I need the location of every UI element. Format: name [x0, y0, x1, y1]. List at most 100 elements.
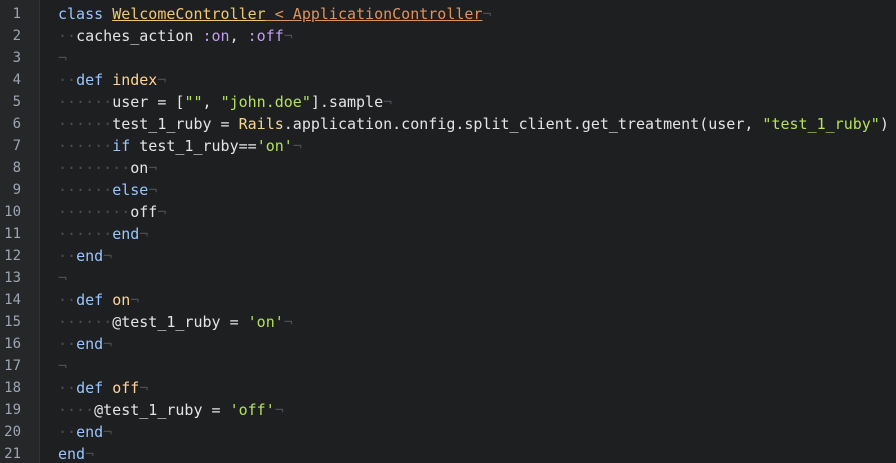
- end-of-line-marker: ¬: [58, 357, 68, 375]
- code-token: ,: [229, 27, 248, 45]
- code-token: test_1_ruby==: [139, 137, 257, 155]
- line-number: 7: [12, 138, 21, 154]
- class-name-token: WelcomeController: [112, 5, 266, 23]
- line-number: 21: [4, 446, 21, 462]
- instance-variable-token: @test_1_ruby =: [94, 401, 230, 419]
- code-line[interactable]: ······user = ["", "john.doe"].sample¬: [58, 91, 896, 113]
- symbol-token: :off: [247, 27, 284, 45]
- line-number: 5: [12, 94, 21, 110]
- line-number: 14: [4, 292, 21, 308]
- code-token: caches_action: [76, 27, 203, 45]
- code-line[interactable]: ¬: [58, 267, 896, 289]
- code-line[interactable]: class WelcomeController < ApplicationCon…: [58, 3, 896, 25]
- code-token: test_1_ruby =: [112, 115, 239, 133]
- keyword-token: end: [76, 247, 104, 265]
- end-of-line-marker: ¬: [85, 445, 95, 463]
- string-token: 'off': [229, 401, 275, 419]
- superclass-token: < ApplicationController: [265, 5, 483, 23]
- line-number: 17: [4, 358, 21, 374]
- keyword-token: else: [112, 181, 149, 199]
- end-of-line-marker: ¬: [148, 181, 158, 199]
- end-of-line-marker: ¬: [139, 225, 149, 243]
- method-name-token: off: [112, 379, 140, 397]
- whitespace-marker: ··: [58, 247, 77, 265]
- keyword-token: end: [112, 225, 140, 243]
- code-line[interactable]: ··def index¬: [58, 69, 896, 91]
- keyword-token: def: [76, 291, 113, 309]
- whitespace-marker: ··: [58, 335, 77, 353]
- code-line[interactable]: ¬: [58, 47, 896, 69]
- code-line[interactable]: ··def on¬: [58, 289, 896, 311]
- keyword-token: end: [76, 423, 104, 441]
- code-line[interactable]: ······else¬: [58, 179, 896, 201]
- keyword-token: if: [112, 137, 140, 155]
- code-line[interactable]: ········off¬: [58, 201, 896, 223]
- code-token: ].sample: [310, 93, 384, 111]
- whitespace-marker: ········: [58, 203, 131, 221]
- end-of-line-marker: ¬: [103, 247, 113, 265]
- end-of-line-marker: ¬: [383, 93, 393, 111]
- whitespace-marker: ····: [58, 401, 95, 419]
- code-line[interactable]: ··end¬: [58, 333, 896, 355]
- code-token: on: [130, 159, 149, 177]
- end-of-line-marker: ¬: [157, 71, 167, 89]
- end-of-line-marker: ¬: [139, 379, 149, 397]
- end-of-line-marker: ¬: [274, 401, 284, 419]
- string-token: "test_1_ruby": [762, 115, 880, 133]
- whitespace-marker: ······: [58, 93, 113, 111]
- code-line[interactable]: ······test_1_ruby = Rails.application.co…: [58, 113, 896, 135]
- whitespace-marker: ······: [58, 225, 113, 243]
- code-line[interactable]: ··def off¬: [58, 377, 896, 399]
- code-line[interactable]: ··end¬: [58, 421, 896, 443]
- end-of-line-marker: ¬: [130, 291, 140, 309]
- code-line[interactable]: ····@test_1_ruby = 'off'¬: [58, 399, 896, 421]
- line-number: 2: [12, 28, 21, 44]
- code-token: ): [879, 115, 889, 133]
- whitespace-marker: ······: [58, 115, 113, 133]
- whitespace-marker: ··: [58, 423, 77, 441]
- keyword-token: end: [76, 335, 104, 353]
- keyword-token: class: [58, 5, 113, 23]
- code-line[interactable]: ········on¬: [58, 157, 896, 179]
- instance-variable-token: @test_1_ruby =: [112, 313, 248, 331]
- end-of-line-marker: ¬: [103, 335, 113, 353]
- end-of-line-marker: ¬: [103, 423, 113, 441]
- line-number: 9: [12, 182, 21, 198]
- line-number: 10: [4, 204, 21, 220]
- code-line[interactable]: ··caches_action :on, :off¬: [58, 25, 896, 47]
- whitespace-marker: ··: [58, 379, 77, 397]
- whitespace-marker: ······: [58, 313, 113, 331]
- whitespace-marker: ······: [58, 181, 113, 199]
- line-number: 19: [4, 402, 21, 418]
- code-line[interactable]: ······@test_1_ruby = 'on'¬: [58, 311, 896, 333]
- end-of-line-marker: ¬: [58, 49, 68, 67]
- whitespace-marker: ··: [58, 27, 77, 45]
- whitespace-marker: ··: [58, 291, 77, 309]
- end-of-line-marker: ¬: [482, 5, 492, 23]
- line-number: 3: [12, 50, 21, 66]
- keyword-token: def: [76, 379, 113, 397]
- code-line[interactable]: ······end¬: [58, 223, 896, 245]
- code-token: user = [: [112, 93, 185, 111]
- code-line[interactable]: end¬: [58, 443, 896, 463]
- code-text-area[interactable]: class WelcomeController < ApplicationCon…: [40, 0, 896, 463]
- method-name-token: on: [112, 291, 131, 309]
- code-token: .application.config.split_client.get_tre…: [283, 115, 763, 133]
- string-token: 'on': [256, 137, 293, 155]
- line-number: 20: [4, 424, 21, 440]
- line-number: 15: [4, 314, 21, 330]
- code-token: off: [130, 203, 158, 221]
- line-number: 16: [4, 336, 21, 352]
- code-line[interactable]: ¬: [58, 355, 896, 377]
- line-number: 11: [4, 226, 21, 242]
- keyword-token: end: [58, 445, 86, 463]
- string-token: "": [184, 93, 203, 111]
- code-line[interactable]: ······if test_1_ruby=='on'¬: [58, 135, 896, 157]
- code-editor[interactable]: 1 2 3 4 5 6 7 8 9 10 11 12 13 14 15 16 17 18 19 20 21 class …: [0, 0, 896, 463]
- line-number: 1: [12, 6, 21, 22]
- line-number: 4: [12, 72, 21, 88]
- code-line[interactable]: ··end¬: [58, 245, 896, 267]
- line-number: 6: [12, 116, 21, 132]
- keyword-token: def: [76, 71, 113, 89]
- whitespace-marker: ······: [58, 137, 113, 155]
